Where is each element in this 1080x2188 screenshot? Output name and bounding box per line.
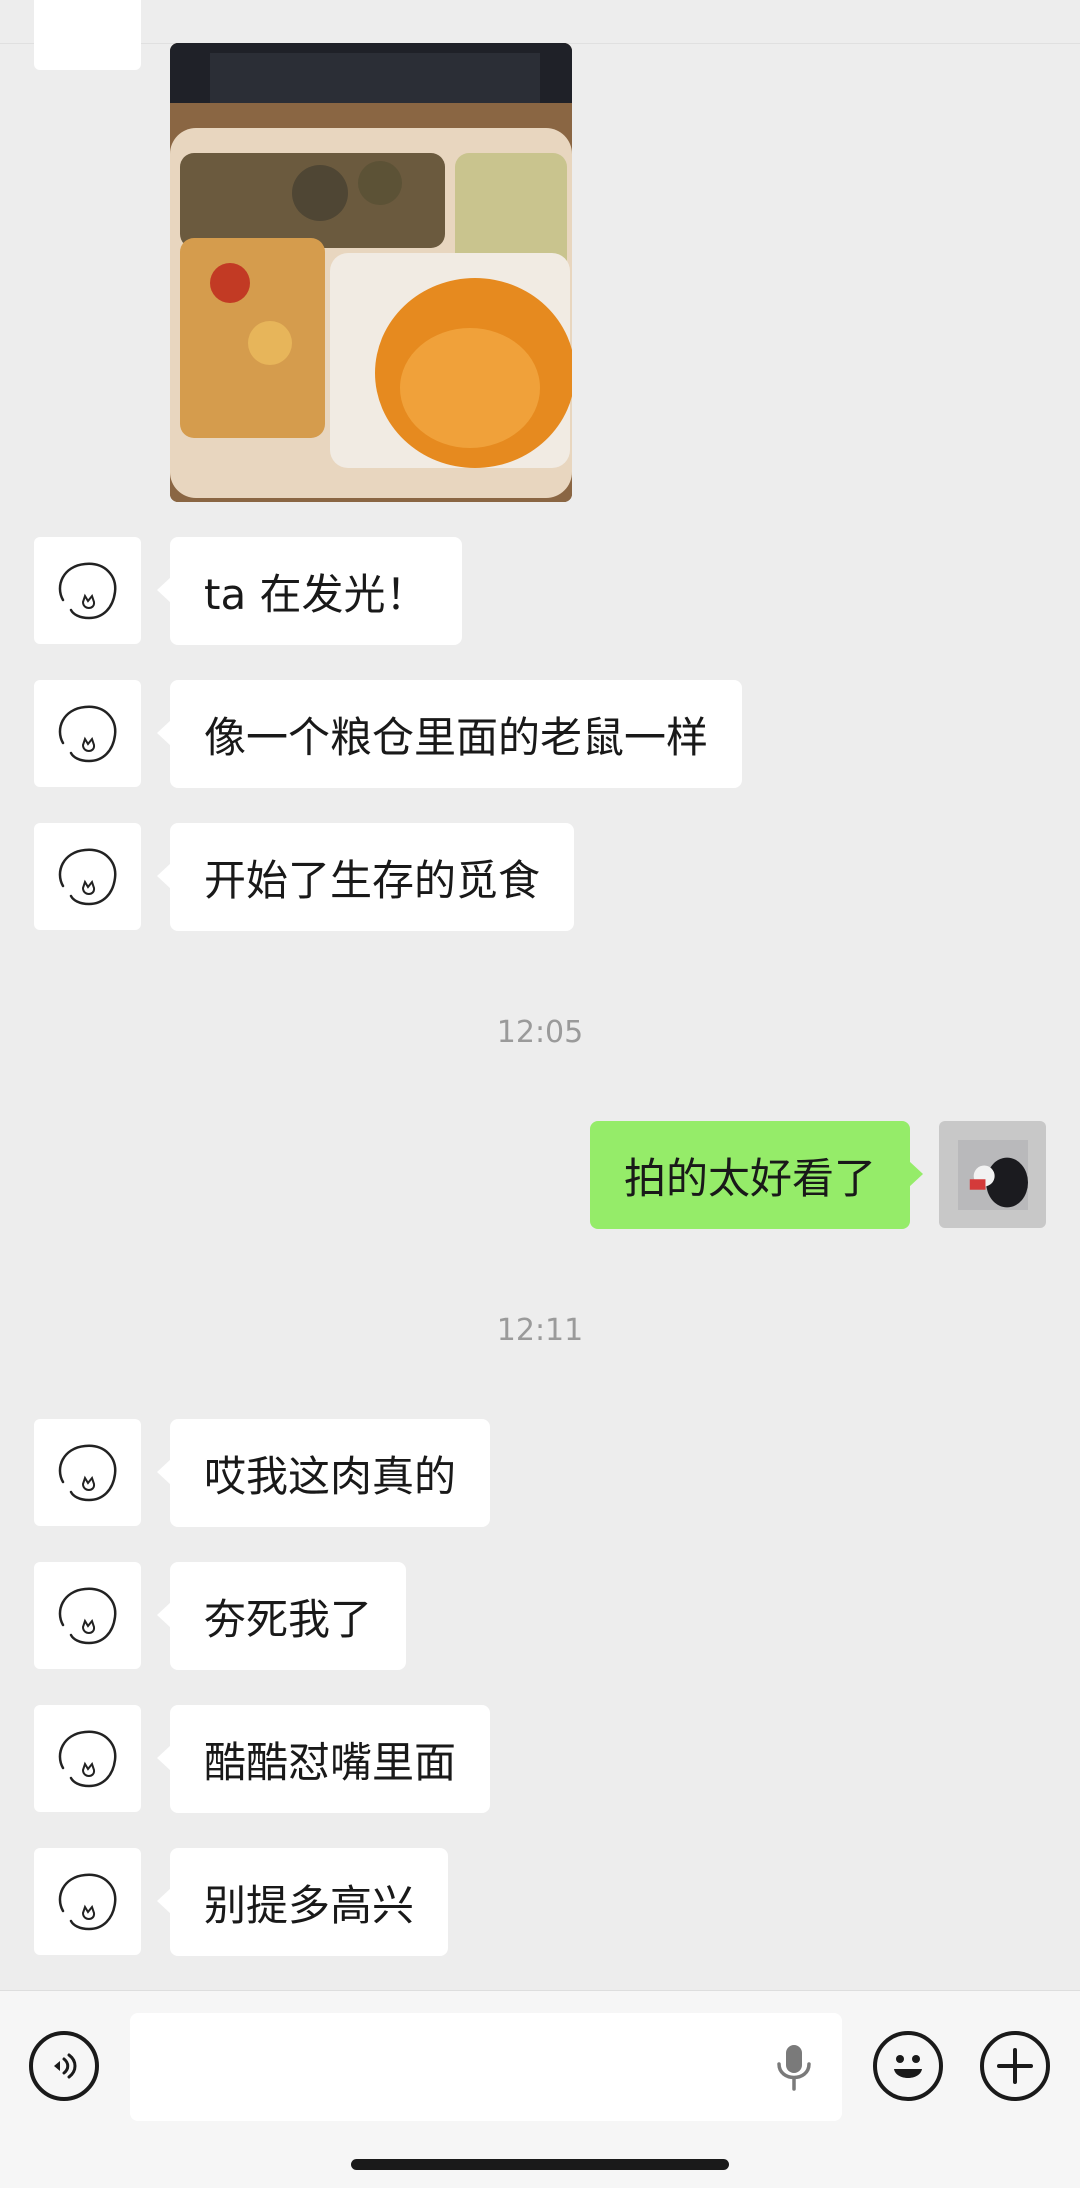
doodle-cat-icon [58,705,116,762]
doodle-cat-icon [58,1730,116,1787]
contact-avatar[interactable] [34,1848,141,1955]
message-bubble[interactable]: 像一个粮仓里面的老鼠一样 [156,680,743,788]
own-avatar[interactable] [939,1121,1046,1228]
contact-avatar[interactable] [34,537,141,644]
timestamp: 12:11 [496,1313,584,1348]
home-indicator[interactable] [351,2159,729,2170]
doodle-cat-icon [58,1587,116,1644]
dog-photo-avatar [957,1139,1028,1210]
microphone-button[interactable] [772,2042,816,2094]
voice-mode-icon [54,2053,77,2079]
microphone-icon [777,2045,811,2091]
voice-mode-button[interactable] [29,2031,99,2101]
message-bubble[interactable]: 别提多高兴 [156,1848,449,1956]
plus-button[interactable] [980,2031,1050,2101]
message-bubble[interactable]: 夯死我了 [156,1562,407,1670]
message-bubble[interactable]: ta 在发光！ [157,537,462,645]
plus-icon [997,2048,1033,2084]
timestamp: 12:05 [496,1015,584,1050]
contact-avatar[interactable] [34,1705,141,1812]
lunch-box-photo[interactable] [170,43,572,502]
chat-header-area [0,0,1080,44]
emoji-button[interactable] [873,2031,943,2101]
doodle-cat-icon [58,562,116,619]
doodle-cat-icon [58,1873,116,1930]
doodle-cat-icon [58,1444,116,1501]
message-bubble[interactable]: 酷酷怼嘴里面 [156,1705,491,1813]
emoji-icon [894,2055,922,2078]
contact-avatar[interactable] [34,823,141,930]
doodle-cat-icon [58,848,116,905]
contact-avatar[interactable] [34,0,141,70]
contact-avatar[interactable] [34,1419,141,1526]
contact-avatar[interactable] [34,680,141,787]
message-bubble[interactable]: 哎我这肉真的 [156,1419,491,1527]
contact-avatar[interactable] [34,1562,141,1669]
message-input[interactable] [130,2013,842,2121]
message-bubble-outgoing[interactable]: 拍的太好看了 [589,1121,924,1229]
message-bubble[interactable]: 开始了生存的觅食 [156,823,575,931]
